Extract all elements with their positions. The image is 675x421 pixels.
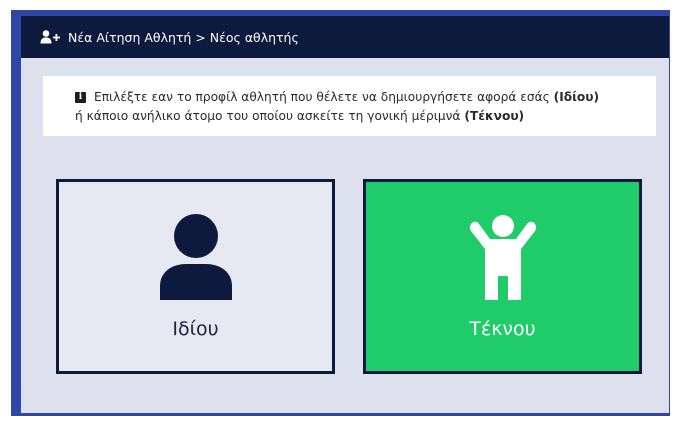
info-text-a: Επιλέξτε εαν το προφίλ αθλητή που θέλετε… xyxy=(94,90,554,104)
page-header: Νέα Αίτηση Αθλητή > Νέος αθλητής xyxy=(21,16,669,58)
child-icon xyxy=(469,215,536,300)
main-panel: Νέα Αίτηση Αθλητή > Νέος αθλητής i Επιλέ… xyxy=(21,16,669,413)
self-option-card[interactable]: Ιδίου xyxy=(56,179,335,374)
info-icon: i xyxy=(75,92,86,103)
info-box: i Επιλέξτε εαν το προφίλ αθλητή που θέλε… xyxy=(43,76,656,136)
user-plus-icon xyxy=(40,30,60,44)
info-bold-self: (Ιδίου) xyxy=(553,90,600,104)
info-bold-child: (Τέκνου) xyxy=(464,109,525,123)
self-option-label: Ιδίου xyxy=(172,318,219,340)
info-text-line-2: ή κάποιο ανήλικο άτομο του οποίου ασκείτ… xyxy=(75,107,640,126)
info-text-b: ή κάποιο ανήλικο άτομο του οποίου ασκείτ… xyxy=(75,109,465,123)
child-option-label: Τέκνου xyxy=(469,318,536,340)
breadcrumb: Νέα Αίτηση Αθλητή > Νέος αθλητής xyxy=(68,29,299,45)
user-icon xyxy=(159,214,232,300)
info-text-line-1: Επιλέξτε εαν το προφίλ αθλητή που θέλετε… xyxy=(75,88,640,107)
child-option-card[interactable]: Τέκνου xyxy=(363,179,642,374)
